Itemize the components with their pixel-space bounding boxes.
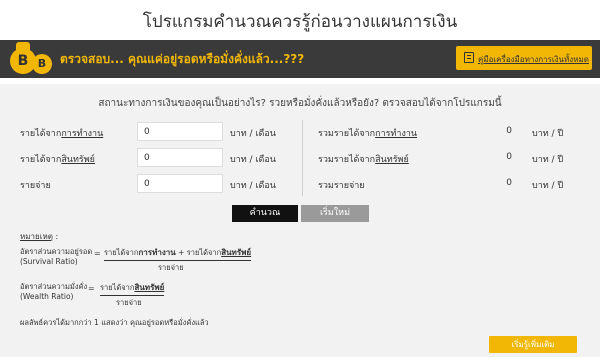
survival-ratio-label-en: (Survival Ratio): [20, 257, 78, 266]
total-expense-unit: บาท / ปี: [532, 181, 564, 191]
expense-label: รายจ่าย: [20, 181, 51, 191]
guide-button[interactable]: คู่มือเครื่องมือทางการเงินทั้งหมด: [456, 46, 592, 70]
total-expense-value: 0: [506, 178, 512, 188]
coin-small-icon: B: [32, 54, 52, 74]
banner-headline: ตรวจสอบ... คุณแค่อยู่รอดหรือมั่งคั่งแล้ว…: [60, 52, 305, 66]
result-conclusion: ผลลัพธ์ควรได้มากกว่า 1 แสดงว่า คุณอยู่รอ…: [20, 318, 209, 327]
asset-income-unit: บาท / เดือน: [230, 155, 276, 165]
learn-more-button[interactable]: เริ่มรู้เพิ่มเติม: [489, 336, 577, 353]
asset-income-input[interactable]: 0: [137, 148, 223, 167]
asset-income-label: รายได้จากสินทรัพย์: [20, 155, 95, 165]
total-asset-income-unit: บาท / ปี: [532, 155, 564, 165]
guide-button-label: คู่มือเครื่องมือทางการเงินทั้งหมด: [478, 55, 589, 64]
page-header: โปรแกรมคำนวณควรรู้ก่อนวางแผนการเงิน: [0, 0, 600, 40]
calculate-button[interactable]: คำนวณ: [232, 205, 298, 222]
calculator-question: สถานะทางการเงินของคุณเป็นอย่างไร? รวยหรื…: [98, 98, 502, 109]
total-work-income-value: 0: [506, 126, 512, 136]
column-divider: [302, 120, 303, 196]
total-asset-income-value: 0: [506, 152, 512, 162]
page-title: โปรแกรมคำนวณควรรู้ก่อนวางแผนการเงิน: [142, 12, 458, 32]
work-income-label: รายได้จากการทำงาน: [20, 129, 104, 139]
total-expense-label: รวมรายจ่าย: [318, 181, 365, 191]
total-work-income-unit: บาท / ปี: [532, 129, 564, 139]
work-income-input[interactable]: 0: [137, 122, 223, 141]
expense-input[interactable]: 0: [137, 174, 223, 193]
total-work-income-label: รวมรายได้จากการทำงาน: [318, 129, 418, 139]
work-income-unit: บาท / เดือน: [230, 129, 276, 139]
survival-numerator: รายได้จากการทำงาน + รายได้จากสินทรัพย์: [104, 246, 252, 261]
survival-denominator: รายจ่าย: [158, 263, 184, 272]
book-icon: [464, 52, 474, 63]
wealth-denominator: รายจ่าย: [116, 298, 142, 307]
calculator-panel: สถานะทางการเงินของคุณเป็นอย่างไร? รวยหรื…: [0, 84, 600, 357]
expense-unit: บาท / เดือน: [230, 181, 276, 191]
wealth-equals: =: [88, 284, 95, 293]
wealth-numerator: รายได้จากสินทรัพย์: [100, 281, 165, 296]
notes-heading: หมายเหตุ :: [20, 232, 59, 241]
wealth-ratio-label-en: (Wealth Ratio): [20, 292, 74, 301]
survival-equals: =: [94, 249, 101, 258]
total-asset-income-label: รวมรายได้จากสินทรัพย์: [318, 155, 409, 165]
banner: B B ตรวจสอบ... คุณแค่อยู่รอดหรือมั่งคั่ง…: [0, 40, 600, 78]
reset-button[interactable]: เริ่มใหม่: [301, 205, 369, 222]
